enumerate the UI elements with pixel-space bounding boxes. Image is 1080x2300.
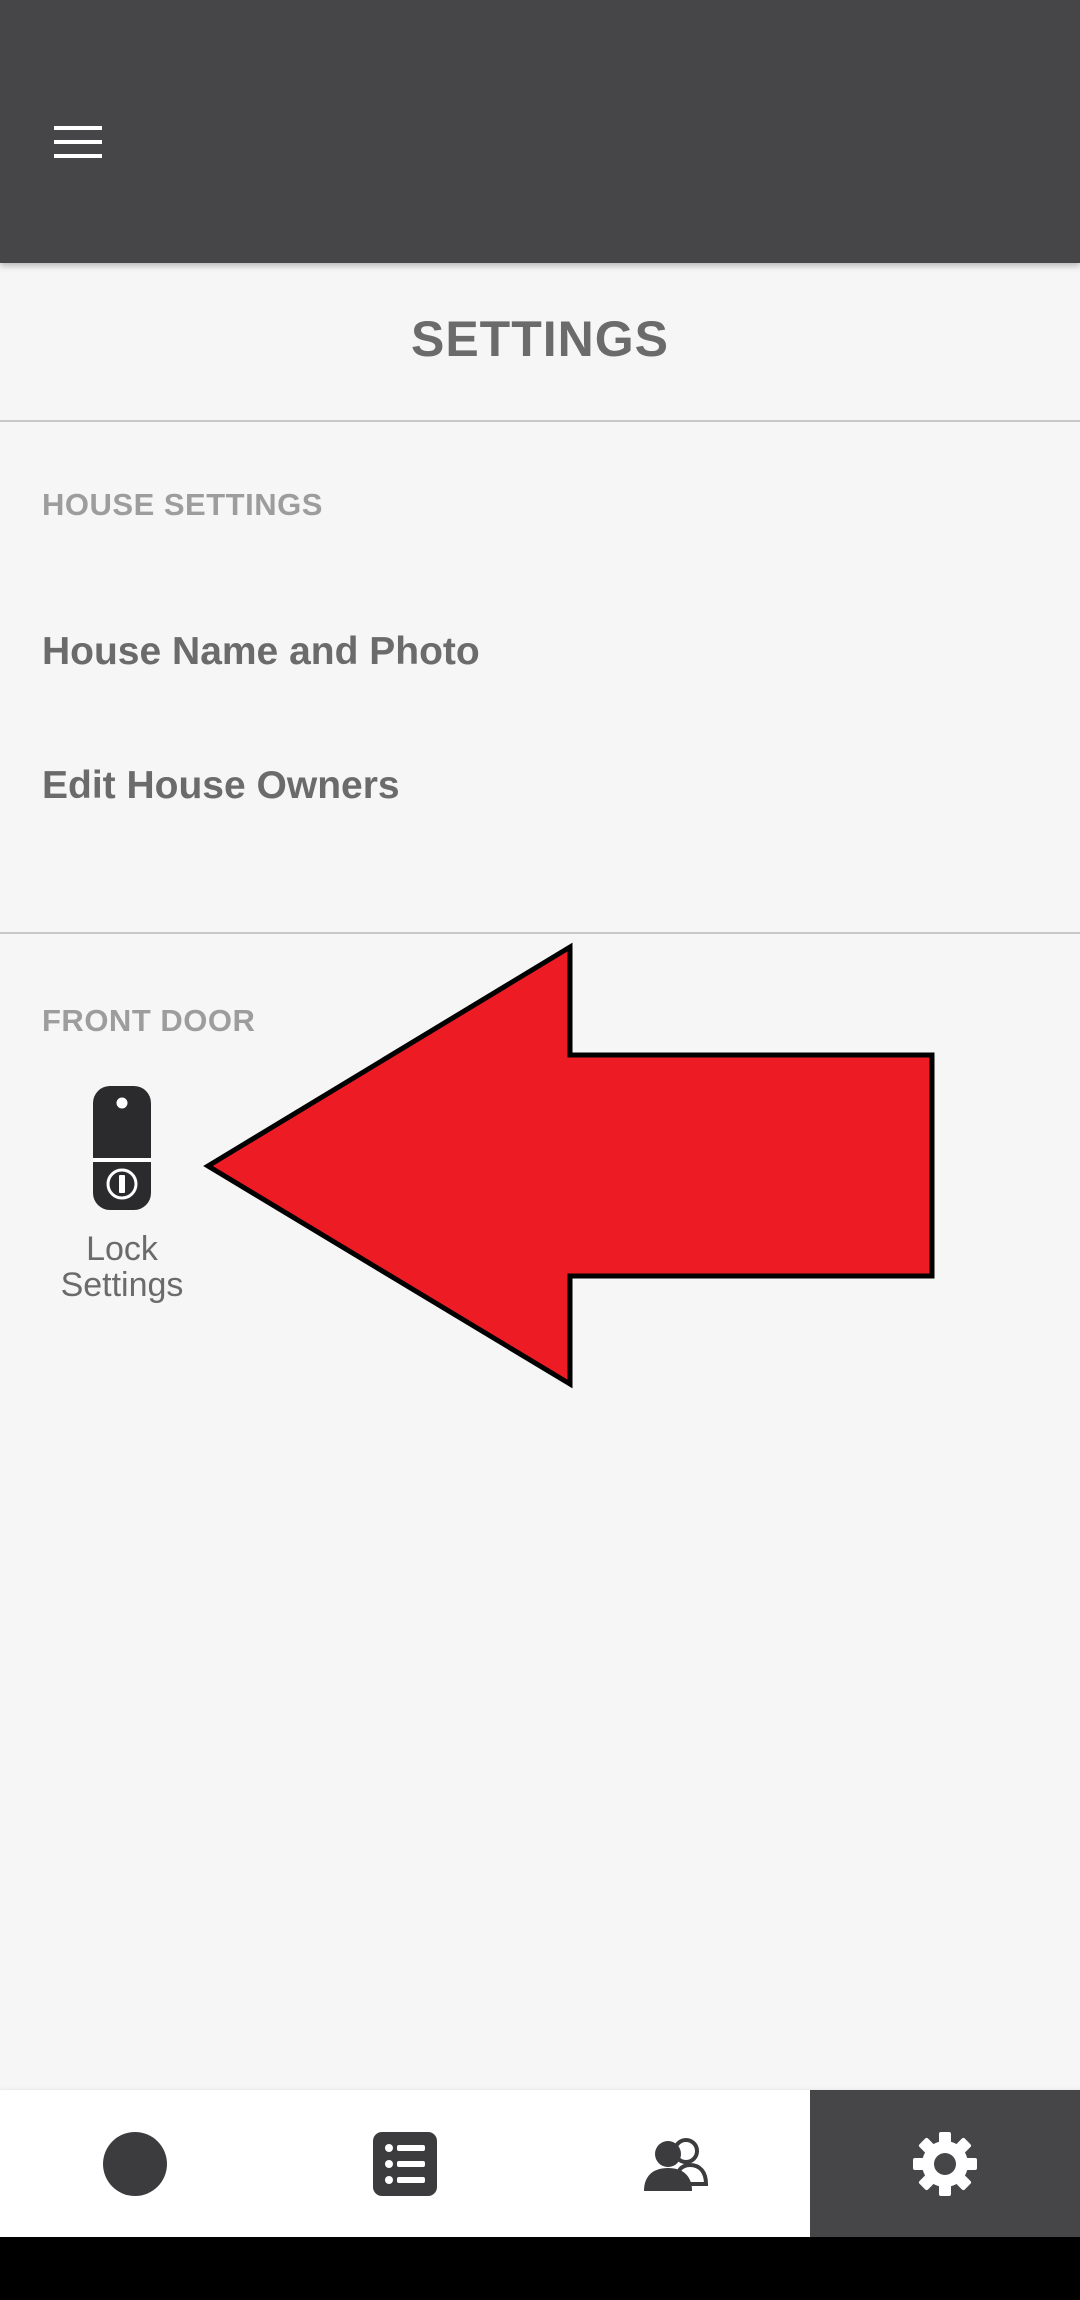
app-header — [0, 0, 1080, 263]
section-divider — [0, 932, 1080, 934]
guests-users-icon — [644, 2137, 708, 2191]
tab-home[interactable] — [0, 2090, 270, 2237]
tab-guests[interactable] — [540, 2090, 810, 2237]
title-divider — [0, 420, 1080, 422]
circle-home-icon — [103, 2131, 167, 2196]
page-title: SETTINGS — [410, 311, 670, 367]
lock-settings-tile[interactable]: Lock Settings — [40, 1085, 204, 1315]
gear-icon — [913, 2131, 977, 2196]
edit-house-owners-item[interactable]: Edit House Owners — [42, 764, 400, 808]
lock-settings-label: Lock Settings — [60, 1230, 184, 1304]
activity-list-icon — [373, 2131, 437, 2196]
tab-activity[interactable] — [270, 2090, 540, 2237]
house-name-and-photo-item[interactable]: House Name and Photo — [42, 630, 480, 674]
bottom-navigation — [0, 2090, 1080, 2237]
system-navigation-bar — [0, 2237, 1080, 2300]
smart-lock-icon — [93, 1086, 151, 1210]
tab-settings[interactable] — [810, 2090, 1080, 2237]
hamburger-menu-icon[interactable] — [40, 110, 116, 174]
section-header-house-settings: HOUSE SETTINGS — [42, 487, 323, 522]
section-header-front-door: FRONT DOOR — [42, 1003, 256, 1038]
